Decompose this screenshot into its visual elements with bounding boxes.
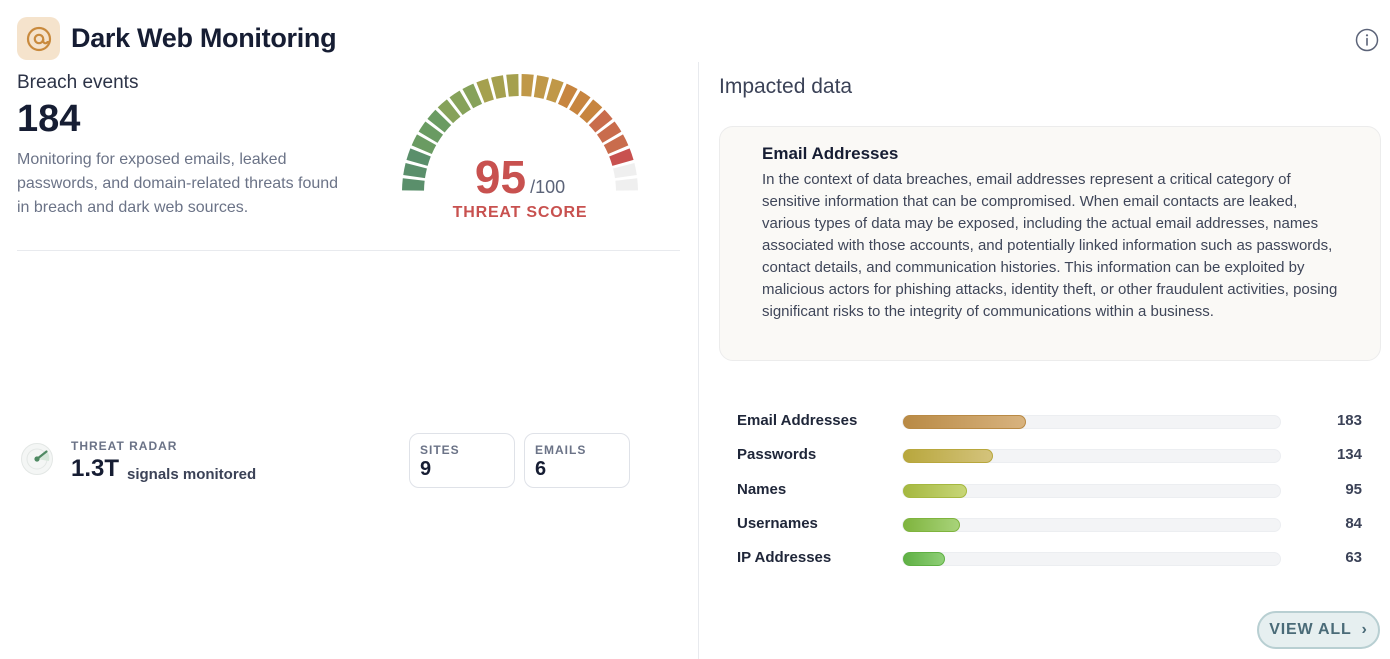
sites-stat-value: 9 (420, 458, 432, 480)
gauge-segment (506, 74, 519, 97)
impacted-data-bars: Email Addresses 183 Passwords 134 Names … (737, 406, 1367, 577)
threat-radar-caption: signals monitored (127, 466, 257, 483)
bar-fill (903, 449, 994, 464)
bar-label: Passwords (737, 446, 817, 464)
section-divider (17, 250, 680, 251)
breach-events-label: Breach events (17, 72, 139, 93)
card-title: Email Addresses (762, 144, 899, 163)
sites-stat-card: SITES 9 (409, 433, 515, 488)
emails-stat-card: EMAILS 6 (524, 433, 630, 488)
bar-value: 63 (1345, 549, 1362, 567)
bar-track (902, 552, 1281, 567)
card-body: In the context of data breaches, email a… (762, 171, 1338, 320)
impacted-data-description-card: Email Addresses In the context of data b… (719, 126, 1381, 361)
bar-label: Email Addresses (737, 412, 858, 429)
threat-score-label: THREAT SCORE (452, 204, 588, 221)
breach-events-count: 184 (17, 98, 81, 140)
bar-row-ip-addresses[interactable]: IP Addresses 63 (737, 543, 1367, 577)
bar-row-email-addresses[interactable]: Email Addresses 183 (737, 406, 1367, 440)
bar-value: 134 (1336, 446, 1362, 464)
emails-stat-label: EMAILS (535, 443, 587, 457)
sites-stat-label: SITES (420, 443, 460, 457)
gauge-segment (521, 74, 534, 97)
threat-radar-value: 1.3T (71, 455, 120, 482)
bar-row-usernames[interactable]: Usernames 84 (737, 509, 1367, 543)
bar-fill (903, 552, 946, 567)
bar-fill (903, 517, 960, 532)
bar-track (902, 483, 1281, 498)
bar-label: Names (737, 480, 787, 498)
emails-stat-value: 6 (535, 458, 547, 480)
view-all-button[interactable]: VIEW ALL › (1257, 611, 1380, 649)
threat-score-max: /100 (530, 177, 566, 197)
radar-icon (21, 443, 53, 475)
bar-row-passwords[interactable]: Passwords 134 (737, 440, 1367, 474)
bar-track (902, 449, 1281, 464)
breach-description: Monitoring for exposed emails, leaked pa… (17, 151, 339, 216)
bar-fill (903, 483, 967, 498)
threat-radar-label: THREAT RADAR (71, 439, 178, 453)
threat-score-value: 95 (474, 151, 527, 203)
bar-value: 84 (1345, 514, 1362, 532)
column-divider (698, 62, 699, 659)
impacted-data-title: Impacted data (719, 75, 853, 98)
bar-value: 183 (1336, 412, 1362, 429)
view-all-label: VIEW ALL (1269, 621, 1352, 638)
threat-score: 95/100 (396, 150, 644, 204)
chevron-right-icon: › (1361, 621, 1368, 638)
bar-value: 95 (1345, 480, 1362, 498)
bar-label: IP Addresses (737, 549, 832, 567)
breach-panel: Breach events 184 Monitoring for exposed… (0, 0, 698, 659)
gauge-segment (491, 75, 507, 99)
bar-track (902, 517, 1281, 532)
info-icon[interactable] (1355, 28, 1379, 52)
bar-fill (903, 415, 1027, 429)
bar-label: Usernames (737, 514, 818, 532)
bar-track (902, 415, 1281, 429)
gauge-segment (533, 75, 549, 99)
bar-row-names[interactable]: Names 95 (737, 475, 1367, 509)
